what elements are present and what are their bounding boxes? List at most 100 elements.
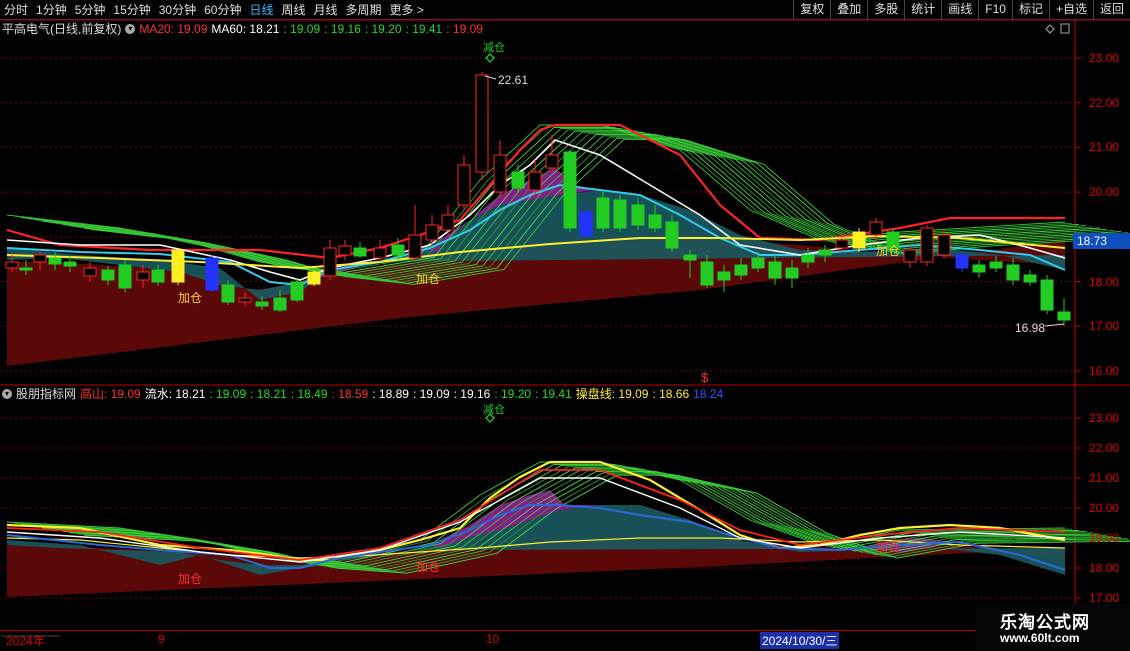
- indicator-title[interactable]: 股朋指标网: [16, 385, 76, 403]
- candle-body: [511, 171, 525, 189]
- candle-body: [751, 257, 765, 269]
- candle-body: [255, 301, 269, 307]
- ma20-value: MA20: 19.09: [139, 22, 208, 36]
- candle-body: [1006, 264, 1020, 281]
- y-tick-label: 23.00: [1089, 411, 1120, 425]
- current-price-tag: 18.73: [1073, 233, 1130, 249]
- op-v1: : 18.66: [652, 387, 690, 401]
- candle-body: [48, 257, 62, 265]
- candle-body: [307, 271, 321, 285]
- candle-body: [785, 267, 799, 279]
- y-tick-label: 17.00: [1089, 591, 1120, 605]
- cursor-date-label: 2024/10/30/三: [760, 632, 840, 649]
- bottom-buy-signal-3: 加仓: [876, 540, 901, 554]
- candle-body: [290, 281, 304, 301]
- candle-body: [441, 214, 455, 231]
- y-tick-label: 20.00: [1089, 501, 1120, 515]
- x-axis: 2024年 9 10 2024/10/30/三: [0, 630, 1130, 651]
- top-buy-signal-3: 加仓: [876, 244, 901, 258]
- top-right-diamond-icon[interactable]: [1045, 24, 1055, 34]
- flow-v9: : 19.41: [535, 387, 572, 401]
- watermark-url: www.60lt.com: [1000, 631, 1080, 645]
- top-buy-signal-2: 加仓: [416, 272, 441, 286]
- y-tick-label: 19.00: [1089, 531, 1120, 545]
- flow-v4: : 18.59: [331, 387, 369, 401]
- x-label-oct: 10: [486, 632, 500, 646]
- top-reduce-signal: 减仓: [483, 42, 505, 54]
- candle-body: [353, 247, 367, 257]
- candle-body: [221, 284, 235, 303]
- candle-body: [63, 261, 77, 267]
- high-price-label: 22.61: [498, 73, 529, 87]
- candle-body: [151, 269, 165, 283]
- candle-body: [171, 249, 185, 283]
- blue-line-value: 18.24: [693, 387, 724, 401]
- candle-body: [869, 221, 883, 236]
- flow-v6: : 19.09: [412, 387, 450, 401]
- candle-body: [717, 271, 731, 281]
- bottom-buy-signal-2: 加仓: [416, 560, 441, 574]
- kline-chart[interactable]: [0, 0, 1130, 650]
- flow-v2: : 18.21: [250, 387, 287, 401]
- ma-extra-4: : 19.41: [405, 22, 443, 36]
- candle-body: [613, 199, 627, 229]
- top-right-box-icon[interactable]: [1060, 23, 1070, 34]
- top-panel-header: 平高电气(日线,前复权) ▾ MA20: 19.09 MA60: 18.21 :…: [2, 20, 483, 38]
- x-label-year: 2024年: [6, 634, 45, 648]
- y-tick-label: 22.00: [1089, 441, 1120, 455]
- ma-extra-3: : 19.20: [364, 22, 402, 36]
- candle-body: [391, 244, 405, 256]
- candle-body: [665, 221, 679, 249]
- candle-body: [118, 264, 132, 289]
- candle-body: [1040, 279, 1054, 311]
- top-buy-signal-1: 加仓: [178, 291, 203, 305]
- bottom-panel-header: ▾ 股朋指标网 高山: 19.09 流水: 18.21 : 19.09 : 18…: [2, 385, 723, 403]
- candle-body: [19, 267, 33, 271]
- bottom-buy-signal-1: 加仓: [178, 572, 203, 586]
- y-tick-label: 22.00: [1089, 95, 1120, 110]
- candle-body: [579, 211, 593, 237]
- candle-body: [475, 74, 489, 173]
- candle-body: [373, 247, 387, 259]
- high-mountain-value: 高山: 19.09: [80, 387, 141, 401]
- indicator-menu-icon[interactable]: ▾: [125, 24, 136, 34]
- ma-extra-5: : 19.09: [446, 22, 483, 36]
- candle-body: [425, 224, 439, 241]
- y-tick-label: 16.00: [1089, 363, 1120, 378]
- op-line-value: 操盘线: 19.09: [575, 387, 649, 401]
- site-watermark: 乐淘公式网 www.60lt.com: [975, 604, 1130, 650]
- y-tick-label: 23.00: [1089, 51, 1120, 65]
- candle-body: [937, 234, 951, 256]
- candle-body: [801, 254, 815, 263]
- y-tick-label: 17.00: [1089, 319, 1120, 334]
- low-price-label: 16.98: [1015, 321, 1046, 335]
- watermark-title: 乐淘公式网: [1000, 613, 1090, 632]
- y-tick-label: 21.00: [1089, 140, 1120, 155]
- candle-body: [338, 245, 352, 256]
- stock-title[interactable]: 平高电气(日线,前复权): [2, 20, 121, 38]
- indicator-menu-icon-2[interactable]: ▾: [2, 389, 12, 399]
- ma-extra-1: : 19.09: [283, 22, 321, 36]
- candle-body: [238, 297, 252, 303]
- candle-body: [33, 254, 47, 263]
- flow-v1: : 19.09: [209, 387, 247, 401]
- candle-body: [683, 254, 697, 261]
- candle-body: [83, 267, 97, 277]
- candle-body: [5, 261, 19, 269]
- y-tick-label: 18.00: [1089, 274, 1120, 289]
- y-tick-label: 18.00: [1089, 561, 1120, 575]
- candle-body: [734, 264, 748, 276]
- candle-body: [457, 164, 471, 206]
- bottom-reduce-signal: 减仓: [483, 404, 505, 416]
- candle-body: [768, 261, 782, 279]
- candle-body: [972, 264, 986, 273]
- flow-v3: : 18.49: [290, 387, 328, 401]
- candle-body: [852, 231, 866, 249]
- candle-body: [408, 234, 422, 259]
- candle-body: [493, 154, 507, 193]
- candle-body: [835, 239, 849, 249]
- candle-body: [989, 261, 1003, 269]
- candle-body: [323, 247, 337, 277]
- candle-body: [648, 214, 662, 229]
- y-tick-label: 20.00: [1089, 185, 1120, 200]
